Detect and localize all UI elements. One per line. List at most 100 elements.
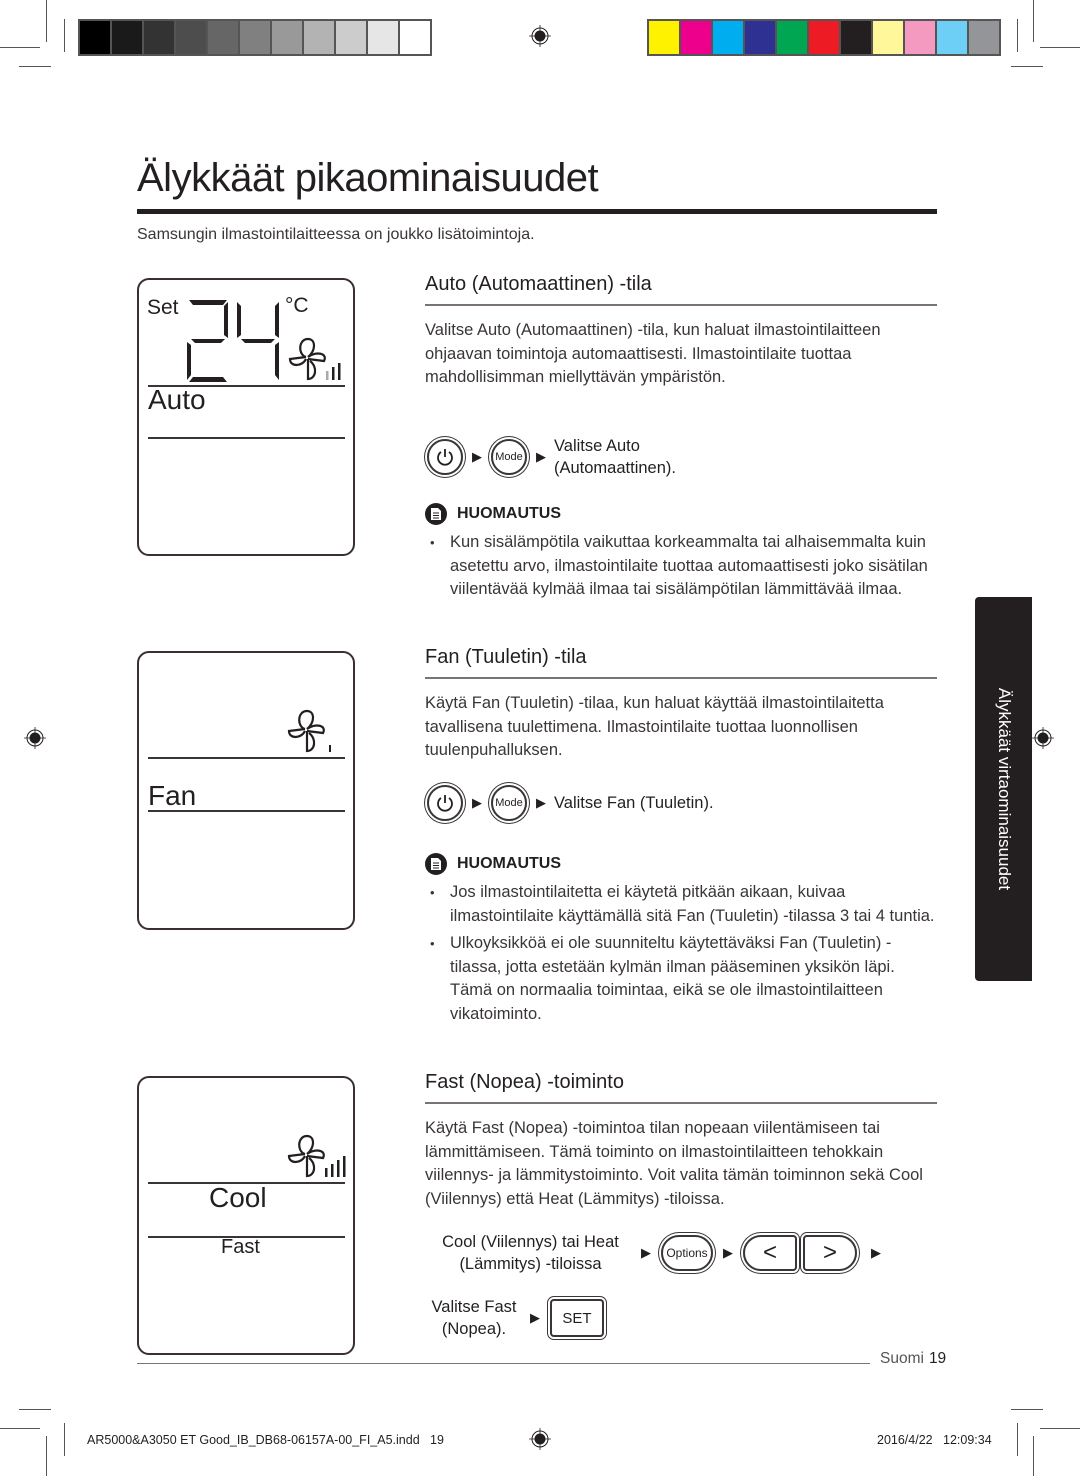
- arrow-right-icon: ▶: [641, 1245, 651, 1260]
- lcd-mode-label: Cool: [209, 1182, 267, 1213]
- section-heading-fan: Fan (Tuuletin) -tila: [425, 646, 587, 668]
- right-button: >: [803, 1235, 857, 1271]
- crop-mark: [46, 1436, 47, 1476]
- crop-mark: [1033, 1436, 1034, 1476]
- lcd-set-label: Set: [147, 296, 179, 319]
- color-swatch: [272, 21, 302, 54]
- registration-mark-icon: [529, 1428, 551, 1450]
- note-icon: [425, 503, 447, 525]
- power-button: [427, 439, 463, 475]
- condition-line1: Cool (Viilennys) tai Heat: [442, 1233, 619, 1251]
- page-number: 19: [928, 1350, 947, 1367]
- fast-step1-sequence: Cool (Viilennys) tai Heat (Lämmitys) -ti…: [428, 1231, 885, 1275]
- page-title: Älykkäät pikaominaisuudet: [137, 156, 599, 200]
- note-item: Ulkoyksikköä ei ole suunniteltu käytettä…: [425, 932, 940, 1026]
- lcd-display-cool: Cool Fast: [137, 1076, 355, 1355]
- section-body-fast: Käytä Fast (Nopea) -toimintoa tilan nope…: [425, 1119, 923, 1208]
- options-button: Options: [661, 1235, 713, 1271]
- lcd-divider: [148, 757, 345, 759]
- registration-mark-icon: [1032, 727, 1054, 749]
- note-list-fan: Jos ilmastointilaitetta ei käytetä pitkä…: [425, 881, 940, 1030]
- set-button: SET: [550, 1299, 604, 1337]
- crop-mark: [1033, 0, 1034, 42]
- crop-mark: [1017, 1423, 1018, 1456]
- intro-text: Samsungin ilmastointilaitteessa on joukk…: [137, 226, 535, 243]
- crop-mark: [64, 1423, 65, 1456]
- crop-mark: [46, 0, 47, 42]
- crop-mark: [1011, 66, 1043, 67]
- slug-timestamp: 2016/4/22 12:09:34: [877, 1433, 992, 1447]
- color-swatch: [969, 21, 999, 54]
- lcd-display-auto: Set °C Auto: [137, 278, 355, 556]
- power-icon: [437, 449, 453, 466]
- registration-mark-icon: [24, 727, 46, 749]
- chapter-side-tab: Älykkäät virtaominaisuudet: [975, 597, 1032, 981]
- lcd-function-label: Fast: [221, 1236, 260, 1258]
- lcd-divider: [148, 437, 345, 439]
- lcd-temp-unit: °C: [285, 294, 309, 317]
- process-color-bar: [647, 19, 1001, 56]
- power-button: [427, 785, 463, 821]
- crop-mark: [19, 1409, 51, 1410]
- step2-line2: (Nopea).: [441, 1320, 507, 1338]
- note-item: Kun sisälämpötila vaikuttaa korkeammalta…: [425, 531, 940, 602]
- side-tab-label: Älykkäät virtaominaisuudet: [994, 687, 1014, 891]
- note-list-auto: Kun sisälämpötila vaikuttaa korkeammalta…: [425, 531, 940, 606]
- fan-step-sequence: ▶ Mode ▶ Valitse Fan (Tuuletin).: [424, 785, 714, 821]
- step-result-line2: (Automaattinen).: [554, 459, 676, 477]
- color-swatch: [304, 21, 334, 54]
- fast-step2-sequence: Valitse Fast (Nopea). ▶ SET: [424, 1296, 604, 1340]
- lcd-display-fan: Fan: [137, 651, 355, 930]
- grayscale-color-bar: [78, 19, 432, 56]
- crop-mark: [19, 66, 51, 67]
- color-swatch: [841, 21, 871, 54]
- fan-speed-icon: [287, 1134, 346, 1178]
- color-swatch: [809, 21, 839, 54]
- section-body-fan: Käytä Fan (Tuuletin) -tilaa, kun haluat …: [425, 694, 884, 759]
- footer-rule: [137, 1363, 870, 1364]
- note-heading-auto: HUOMAUTUS: [425, 503, 561, 525]
- color-swatch: [873, 21, 903, 54]
- color-swatch: [240, 21, 270, 54]
- color-swatch: [80, 21, 110, 54]
- arrow-right-icon: ▶: [536, 449, 546, 464]
- crop-mark: [1040, 1428, 1080, 1429]
- lcd-temperature-digits: [187, 300, 279, 382]
- color-swatch: [681, 21, 711, 54]
- color-swatch: [208, 21, 238, 54]
- lcd-mode-label: Fan: [148, 780, 197, 811]
- arrow-right-icon: ▶: [536, 795, 546, 810]
- color-swatch: [400, 21, 430, 54]
- color-swatch: [745, 21, 775, 54]
- color-swatch: [905, 21, 935, 54]
- section-heading-auto: Auto (Automaattinen) -tila: [425, 273, 652, 295]
- crop-mark: [0, 1428, 40, 1429]
- section-rule: [425, 304, 937, 306]
- crop-mark: [0, 47, 40, 48]
- color-swatch: [144, 21, 174, 54]
- crop-mark: [1040, 47, 1080, 48]
- color-swatch: [777, 21, 807, 54]
- arrow-right-icon: ▶: [530, 1310, 540, 1325]
- lcd-divider: [148, 810, 345, 812]
- auto-step-sequence: ▶ Mode ▶ Valitse Auto (Automaattinen).: [424, 435, 676, 479]
- color-swatch: [112, 21, 142, 54]
- mode-button: Mode: [491, 785, 527, 821]
- color-swatch: [713, 21, 743, 54]
- note-icon: [425, 853, 447, 875]
- arrow-right-icon: ▶: [871, 1245, 881, 1260]
- color-swatch: [368, 21, 398, 54]
- left-button: <: [743, 1235, 797, 1271]
- language-label: Suomi: [880, 1350, 924, 1367]
- title-rule: [137, 209, 937, 214]
- arrow-right-icon: ▶: [723, 1245, 733, 1260]
- color-swatch: [336, 21, 366, 54]
- step2-line1: Valitse Fast: [431, 1298, 517, 1316]
- section-rule: [425, 1102, 937, 1104]
- step-result-line1: Valitse Auto: [554, 437, 640, 455]
- condition-line2: (Lämmitys) -tiloissa: [459, 1255, 602, 1273]
- fan-speed-icon: [287, 709, 331, 753]
- arrow-right-icon: ▶: [472, 449, 482, 464]
- color-swatch: [937, 21, 967, 54]
- crop-mark: [64, 19, 65, 52]
